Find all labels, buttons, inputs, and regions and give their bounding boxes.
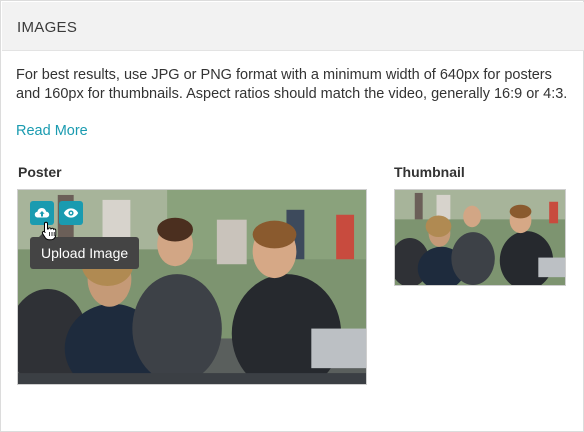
cloud-upload-icon [34, 208, 50, 218]
preview-image-button[interactable] [59, 201, 83, 225]
images-description: For best results, use JPG or PNG format … [16, 67, 568, 102]
thumbnail-label: Thumbnail [394, 164, 465, 180]
upload-image-tooltip: Upload Image [30, 231, 140, 269]
read-more-link[interactable]: Read More [16, 123, 88, 139]
eye-icon [63, 208, 79, 218]
thumbnail-image[interactable] [394, 189, 566, 286]
poster-label: Poster [18, 164, 62, 180]
panel-title: IMAGES [17, 19, 78, 36]
panel-header: IMAGES [2, 2, 584, 51]
hand-pointer-icon [41, 221, 57, 241]
